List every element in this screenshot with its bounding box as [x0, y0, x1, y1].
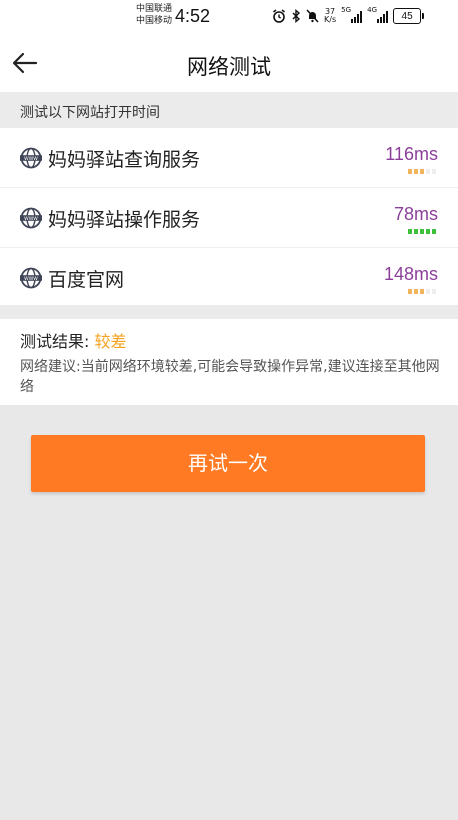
latency-bars: [408, 169, 436, 174]
site-latency: 78ms: [393, 204, 438, 224]
latency-bar-segment: [426, 289, 430, 294]
test-result-panel: 测试结果: 较差 网络建议:当前网络环境较差,可能会导致操作异常,建议连接至其他…: [0, 319, 458, 405]
site-latency: 148ms: [383, 264, 438, 284]
latency-bar-segment: [426, 229, 430, 234]
network-speed-unit: K/s: [324, 15, 337, 24]
battery-icon: 45: [393, 8, 425, 24]
site-name: 百度官网: [48, 269, 125, 291]
globe-www-icon: WWW: [20, 207, 42, 229]
latency-bar-segment: [414, 169, 418, 174]
latency-bar-segment: [408, 289, 412, 294]
alarm-icon: [273, 9, 285, 23]
latency-bar-segment: [426, 169, 430, 174]
nav-bar: 网络测试: [0, 34, 458, 92]
site-name: 妈妈驿站查询服务: [48, 149, 201, 171]
status-time: 4:52: [175, 6, 211, 26]
network-advice: 网络建议:当前网络环境较差,可能会导致操作异常,建议连接至其他网络: [20, 359, 440, 395]
latency-bar-segment: [432, 169, 436, 174]
site-row: WWW 百度官网 148ms: [0, 248, 458, 307]
carrier-info: 中国联通 中国移动: [136, 3, 172, 27]
latency-bar-segment: [408, 229, 412, 234]
latency-bar-segment: [414, 289, 418, 294]
site-name: 妈妈驿站操作服务: [48, 209, 201, 231]
bluetooth-icon: [292, 9, 301, 23]
status-icons: 37 K/s 5G 4G 45: [272, 6, 425, 26]
test-result: 测试结果: 较差: [20, 328, 127, 352]
latency-bars: [408, 289, 436, 294]
svg-text:WWW: WWW: [24, 156, 38, 162]
latency-bars: [408, 229, 436, 234]
page-title: 网络测试: [187, 55, 271, 79]
globe-www-icon: WWW: [20, 267, 42, 289]
section-header-label: 测试以下网站打开时间: [20, 105, 160, 121]
network-type-2: 4G: [367, 6, 377, 14]
latency-bar-segment: [420, 169, 424, 174]
site-latency: 116ms: [385, 144, 438, 164]
status-bar: 中国联通 中国移动 4:52 37 K/s 5G 4G 45: [0, 0, 458, 34]
latency-bar-segment: [432, 229, 436, 234]
screen: 中国联通 中国移动 4:52 37 K/s 5G 4G 45 网络测试 测试以下…: [0, 0, 458, 820]
site-list: WWW 妈妈驿站查询服务 116ms WWW 妈妈驿站操作服务 78ms WWW: [0, 128, 458, 307]
latency-bar-segment: [414, 229, 418, 234]
latency-bar-segment: [420, 289, 424, 294]
test-result-value: 较差: [94, 332, 127, 351]
section-header: 测试以下网站打开时间: [0, 92, 458, 128]
battery-level: 45: [401, 10, 413, 22]
mute-icon: [306, 9, 319, 23]
test-result-label: 测试结果:: [20, 332, 90, 351]
network-speed: 37 K/s: [324, 8, 336, 24]
carrier-2: 中国移动: [136, 16, 173, 26]
globe-www-icon: WWW: [20, 147, 42, 169]
site-row: WWW 妈妈驿站操作服务 78ms: [0, 188, 458, 248]
latency-bar-segment: [408, 169, 412, 174]
latency-bar-segment: [420, 229, 424, 234]
site-row: WWW 妈妈驿站查询服务 116ms: [0, 128, 458, 188]
retry-button[interactable]: 再试一次: [31, 435, 425, 492]
latency-bar-segment: [432, 289, 436, 294]
svg-text:WWW: WWW: [24, 276, 38, 282]
divider: [0, 305, 458, 319]
carrier-1: 中国联通: [136, 4, 173, 14]
network-type-1: 5G: [341, 6, 351, 14]
svg-text:WWW: WWW: [24, 216, 38, 222]
signal-5g-icon: 5G: [341, 6, 363, 23]
signal-4g-icon: 4G: [367, 6, 389, 23]
